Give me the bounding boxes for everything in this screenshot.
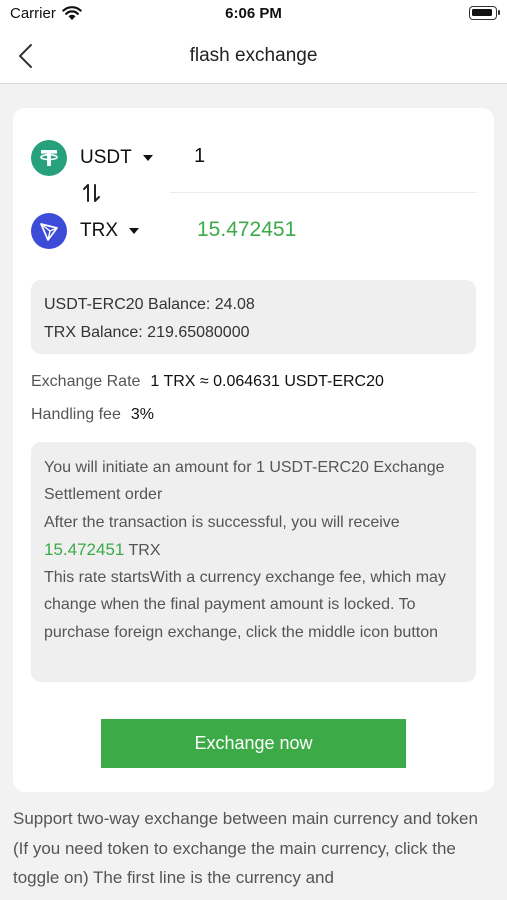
chevron-down-icon xyxy=(129,228,139,234)
notice-receive: 15.472451 TRX xyxy=(44,536,463,564)
from-amount-input[interactable]: 1 xyxy=(194,145,205,168)
handling-fee-label: Handling fee xyxy=(31,406,121,423)
exchange-rate-label: Exchange Rate xyxy=(31,373,141,390)
clock: 6:06 PM xyxy=(225,5,282,22)
divider xyxy=(170,192,477,193)
tron-icon xyxy=(31,213,67,249)
notice-amount: 15.472451 xyxy=(44,539,125,559)
trx-balance-label: TRX Balance: xyxy=(44,324,143,341)
notice-unit: TRX xyxy=(128,541,161,559)
swap-icon[interactable] xyxy=(81,182,103,204)
notice-line-2: After the transaction is successful, you… xyxy=(44,513,400,531)
status-bar: Carrier 6:06 PM xyxy=(0,0,507,30)
usdt-balance-label: USDT-ERC20 Balance: xyxy=(44,296,211,313)
usdt-balance: USDT-ERC20 Balance: 24.08 xyxy=(44,291,463,319)
exchange-now-button[interactable]: Exchange now xyxy=(101,719,406,768)
nav-bar: flash exchange xyxy=(0,30,507,84)
notice-line-3: This rate startsWith a currency exchange… xyxy=(44,569,446,641)
help-text: Support two-way exchange between main cu… xyxy=(13,809,478,887)
trx-balance-value: 219.65080000 xyxy=(147,324,250,341)
notice-box: You will initiate an amount for 1 USDT-E… xyxy=(31,442,476,682)
trx-balance: TRX Balance: 219.65080000 xyxy=(44,319,463,347)
page-title: flash exchange xyxy=(189,45,318,66)
from-coin-selector[interactable]: USDT xyxy=(31,138,153,178)
exchange-card: USDT 1 TRX 15.472451 USDT-ERC20 Balance:… xyxy=(13,108,494,792)
to-amount-value: 15.472451 xyxy=(197,218,297,241)
balance-box: USDT-ERC20 Balance: 24.08 TRX Balance: 2… xyxy=(31,280,476,354)
exchange-rate-row: Exchange Rate 1 TRX ≈ 0.064631 USDT-ERC20 xyxy=(31,373,384,391)
handling-fee-value: 3% xyxy=(130,406,154,423)
usdt-balance-value: 24.08 xyxy=(214,296,255,313)
handling-fee-row: Handling fee 3% xyxy=(31,406,154,424)
battery-icon xyxy=(469,6,500,20)
exchange-rate-value: 1 TRX ≈ 0.064631 USDT-ERC20 xyxy=(150,373,384,390)
notice-line-1: You will initiate an amount for 1 USDT-E… xyxy=(44,459,445,504)
tether-icon xyxy=(31,140,67,176)
from-coin-name: USDT xyxy=(80,147,132,168)
chevron-down-icon xyxy=(142,155,153,161)
to-coin-name: TRX xyxy=(80,220,118,241)
to-coin-selector[interactable]: TRX xyxy=(31,211,139,251)
